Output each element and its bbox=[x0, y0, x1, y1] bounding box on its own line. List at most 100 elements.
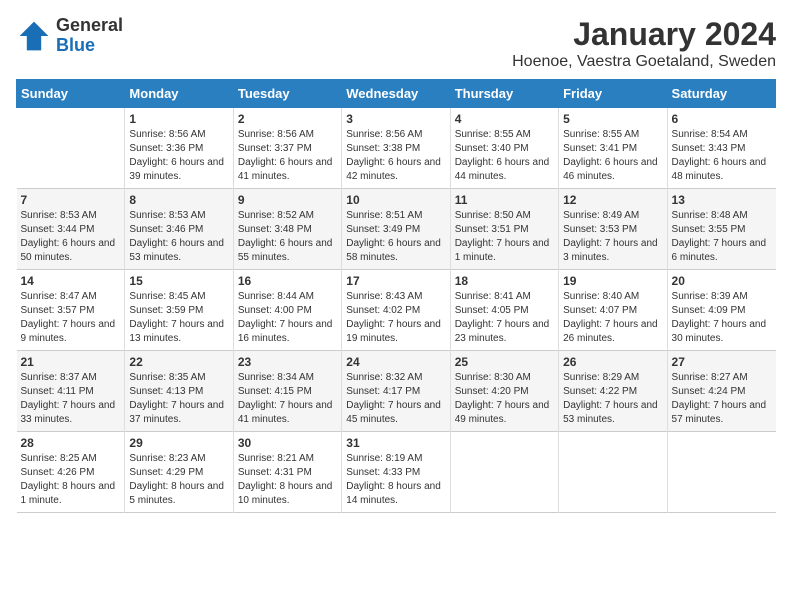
logo-blue: Blue bbox=[56, 36, 123, 56]
day-number: 9 bbox=[238, 193, 337, 207]
day-info: Sunrise: 8:21 AMSunset: 4:31 PMDaylight:… bbox=[238, 452, 337, 508]
calendar-table: SundayMondayTuesdayWednesdayThursdayFrid… bbox=[16, 79, 776, 513]
calendar-cell: 21 Sunrise: 8:37 AMSunset: 4:11 PMDayligh… bbox=[17, 351, 125, 432]
day-info: Sunrise: 8:27 AMSunset: 4:24 PMDaylight:… bbox=[672, 371, 772, 427]
day-info: Sunrise: 8:45 AMSunset: 3:59 PMDaylight:… bbox=[129, 290, 228, 346]
day-info: Sunrise: 8:49 AMSunset: 3:53 PMDaylight:… bbox=[563, 209, 662, 265]
day-info: Sunrise: 8:40 AMSunset: 4:07 PMDaylight:… bbox=[563, 290, 662, 346]
calendar-cell: 8 Sunrise: 8:53 AMSunset: 3:46 PMDaylight… bbox=[125, 189, 233, 270]
logo-text: General Blue bbox=[56, 16, 123, 56]
calendar-cell: 7 Sunrise: 8:53 AMSunset: 3:44 PMDaylight… bbox=[17, 189, 125, 270]
calendar-week-row: 1 Sunrise: 8:56 AMSunset: 3:36 PMDaylight… bbox=[17, 108, 776, 189]
day-info: Sunrise: 8:53 AMSunset: 3:44 PMDaylight:… bbox=[21, 209, 121, 265]
day-number: 28 bbox=[21, 436, 121, 450]
day-number: 29 bbox=[129, 436, 228, 450]
calendar-cell: 27 Sunrise: 8:27 AMSunset: 4:24 PMDayligh… bbox=[667, 351, 775, 432]
day-number: 19 bbox=[563, 274, 662, 288]
calendar-cell: 17Sunrise: 8:43 AMSunset: 4:02 PMDayligh… bbox=[342, 270, 450, 351]
calendar-cell: 19 Sunrise: 8:40 AMSunset: 4:07 PMDayligh… bbox=[559, 270, 667, 351]
calendar-week-row: 14Sunrise: 8:47 AMSunset: 3:57 PMDayligh… bbox=[17, 270, 776, 351]
day-info: Sunrise: 8:51 AMSunset: 3:49 PMDaylight:… bbox=[346, 209, 445, 265]
day-number: 26 bbox=[563, 355, 662, 369]
day-number: 31 bbox=[346, 436, 445, 450]
day-number: 21 bbox=[21, 355, 121, 369]
calendar-cell: 2 Sunrise: 8:56 AMSunset: 3:37 PMDaylight… bbox=[233, 108, 341, 189]
calendar-cell: 9 Sunrise: 8:52 AMSunset: 3:48 PMDaylight… bbox=[233, 189, 341, 270]
calendar-cell: 11 Sunrise: 8:50 AMSunset: 3:51 PMDayligh… bbox=[450, 189, 558, 270]
calendar-cell: 31 Sunrise: 8:19 AMSunset: 4:33 PMDayligh… bbox=[342, 432, 450, 513]
calendar-week-row: 28Sunrise: 8:25 AMSunset: 4:26 PMDayligh… bbox=[17, 432, 776, 513]
logo-general: General bbox=[56, 16, 123, 36]
day-info: Sunrise: 8:39 AMSunset: 4:09 PMDaylight:… bbox=[672, 290, 772, 346]
title-block: January 2024 Hoenoe, Vaestra Goetaland, … bbox=[512, 16, 776, 71]
header-thursday: Thursday bbox=[450, 80, 558, 108]
header-monday: Monday bbox=[125, 80, 233, 108]
day-info: Sunrise: 8:50 AMSunset: 3:51 PMDaylight:… bbox=[455, 209, 554, 265]
day-number: 22 bbox=[129, 355, 228, 369]
location-subtitle: Hoenoe, Vaestra Goetaland, Sweden bbox=[512, 53, 776, 71]
day-number: 16 bbox=[238, 274, 337, 288]
day-info: Sunrise: 8:56 AMSunset: 3:37 PMDaylight:… bbox=[238, 128, 337, 184]
day-number: 12 bbox=[563, 193, 662, 207]
day-number: 18 bbox=[455, 274, 554, 288]
calendar-cell: 24Sunrise: 8:32 AMSunset: 4:17 PMDayligh… bbox=[342, 351, 450, 432]
calendar-cell: 5 Sunrise: 8:55 AMSunset: 3:41 PMDaylight… bbox=[559, 108, 667, 189]
day-number: 14 bbox=[21, 274, 121, 288]
day-number: 6 bbox=[672, 112, 772, 126]
day-number: 25 bbox=[455, 355, 554, 369]
day-number: 3 bbox=[346, 112, 445, 126]
day-number: 4 bbox=[455, 112, 554, 126]
day-info: Sunrise: 8:30 AMSunset: 4:20 PMDaylight:… bbox=[455, 371, 554, 427]
calendar-cell: 30 Sunrise: 8:21 AMSunset: 4:31 PMDayligh… bbox=[233, 432, 341, 513]
day-info: Sunrise: 8:52 AMSunset: 3:48 PMDaylight:… bbox=[238, 209, 337, 265]
day-number: 1 bbox=[129, 112, 228, 126]
calendar-cell: 4 Sunrise: 8:55 AMSunset: 3:40 PMDaylight… bbox=[450, 108, 558, 189]
calendar-cell: 15Sunrise: 8:45 AMSunset: 3:59 PMDayligh… bbox=[125, 270, 233, 351]
calendar-cell: 18Sunrise: 8:41 AMSunset: 4:05 PMDayligh… bbox=[450, 270, 558, 351]
calendar-cell: 13Sunrise: 8:48 AMSunset: 3:55 PMDayligh… bbox=[667, 189, 775, 270]
day-info: Sunrise: 8:48 AMSunset: 3:55 PMDaylight:… bbox=[672, 209, 772, 265]
calendar-cell: 6 Sunrise: 8:54 AMSunset: 3:43 PMDaylight… bbox=[667, 108, 775, 189]
day-info: Sunrise: 8:23 AMSunset: 4:29 PMDaylight:… bbox=[129, 452, 228, 508]
day-number: 10 bbox=[346, 193, 445, 207]
day-number: 11 bbox=[455, 193, 554, 207]
day-number: 30 bbox=[238, 436, 337, 450]
calendar-cell: 23 Sunrise: 8:34 AMSunset: 4:15 PMDayligh… bbox=[233, 351, 341, 432]
calendar-cell: 10 Sunrise: 8:51 AMSunset: 3:49 PMDayligh… bbox=[342, 189, 450, 270]
day-number: 7 bbox=[21, 193, 121, 207]
day-info: Sunrise: 8:54 AMSunset: 3:43 PMDaylight:… bbox=[672, 128, 772, 184]
day-info: Sunrise: 8:55 AMSunset: 3:40 PMDaylight:… bbox=[455, 128, 554, 184]
calendar-cell: 1 Sunrise: 8:56 AMSunset: 3:36 PMDaylight… bbox=[125, 108, 233, 189]
calendar-cell bbox=[17, 108, 125, 189]
calendar-cell: 14Sunrise: 8:47 AMSunset: 3:57 PMDayligh… bbox=[17, 270, 125, 351]
calendar-cell: 12 Sunrise: 8:49 AMSunset: 3:53 PMDayligh… bbox=[559, 189, 667, 270]
day-number: 8 bbox=[129, 193, 228, 207]
month-title: January 2024 bbox=[512, 16, 776, 53]
day-number: 20 bbox=[672, 274, 772, 288]
day-info: Sunrise: 8:53 AMSunset: 3:46 PMDaylight:… bbox=[129, 209, 228, 265]
logo-icon bbox=[16, 18, 52, 54]
calendar-header-row: SundayMondayTuesdayWednesdayThursdayFrid… bbox=[17, 80, 776, 108]
day-info: Sunrise: 8:29 AMSunset: 4:22 PMDaylight:… bbox=[563, 371, 662, 427]
day-info: Sunrise: 8:34 AMSunset: 4:15 PMDaylight:… bbox=[238, 371, 337, 427]
day-info: Sunrise: 8:56 AMSunset: 3:36 PMDaylight:… bbox=[129, 128, 228, 184]
day-info: Sunrise: 8:56 AMSunset: 3:38 PMDaylight:… bbox=[346, 128, 445, 184]
day-info: Sunrise: 8:55 AMSunset: 3:41 PMDaylight:… bbox=[563, 128, 662, 184]
page-header: General Blue January 2024 Hoenoe, Vaestr… bbox=[16, 16, 776, 71]
day-info: Sunrise: 8:19 AMSunset: 4:33 PMDaylight:… bbox=[346, 452, 445, 508]
logo: General Blue bbox=[16, 16, 123, 56]
header-wednesday: Wednesday bbox=[342, 80, 450, 108]
day-number: 2 bbox=[238, 112, 337, 126]
calendar-cell bbox=[450, 432, 558, 513]
header-saturday: Saturday bbox=[667, 80, 775, 108]
day-number: 24 bbox=[346, 355, 445, 369]
day-info: Sunrise: 8:37 AMSunset: 4:11 PMDaylight:… bbox=[21, 371, 121, 427]
day-number: 5 bbox=[563, 112, 662, 126]
day-number: 23 bbox=[238, 355, 337, 369]
calendar-cell bbox=[559, 432, 667, 513]
day-number: 27 bbox=[672, 355, 772, 369]
header-friday: Friday bbox=[559, 80, 667, 108]
day-info: Sunrise: 8:35 AMSunset: 4:13 PMDaylight:… bbox=[129, 371, 228, 427]
header-tuesday: Tuesday bbox=[233, 80, 341, 108]
calendar-cell: 29 Sunrise: 8:23 AMSunset: 4:29 PMDayligh… bbox=[125, 432, 233, 513]
